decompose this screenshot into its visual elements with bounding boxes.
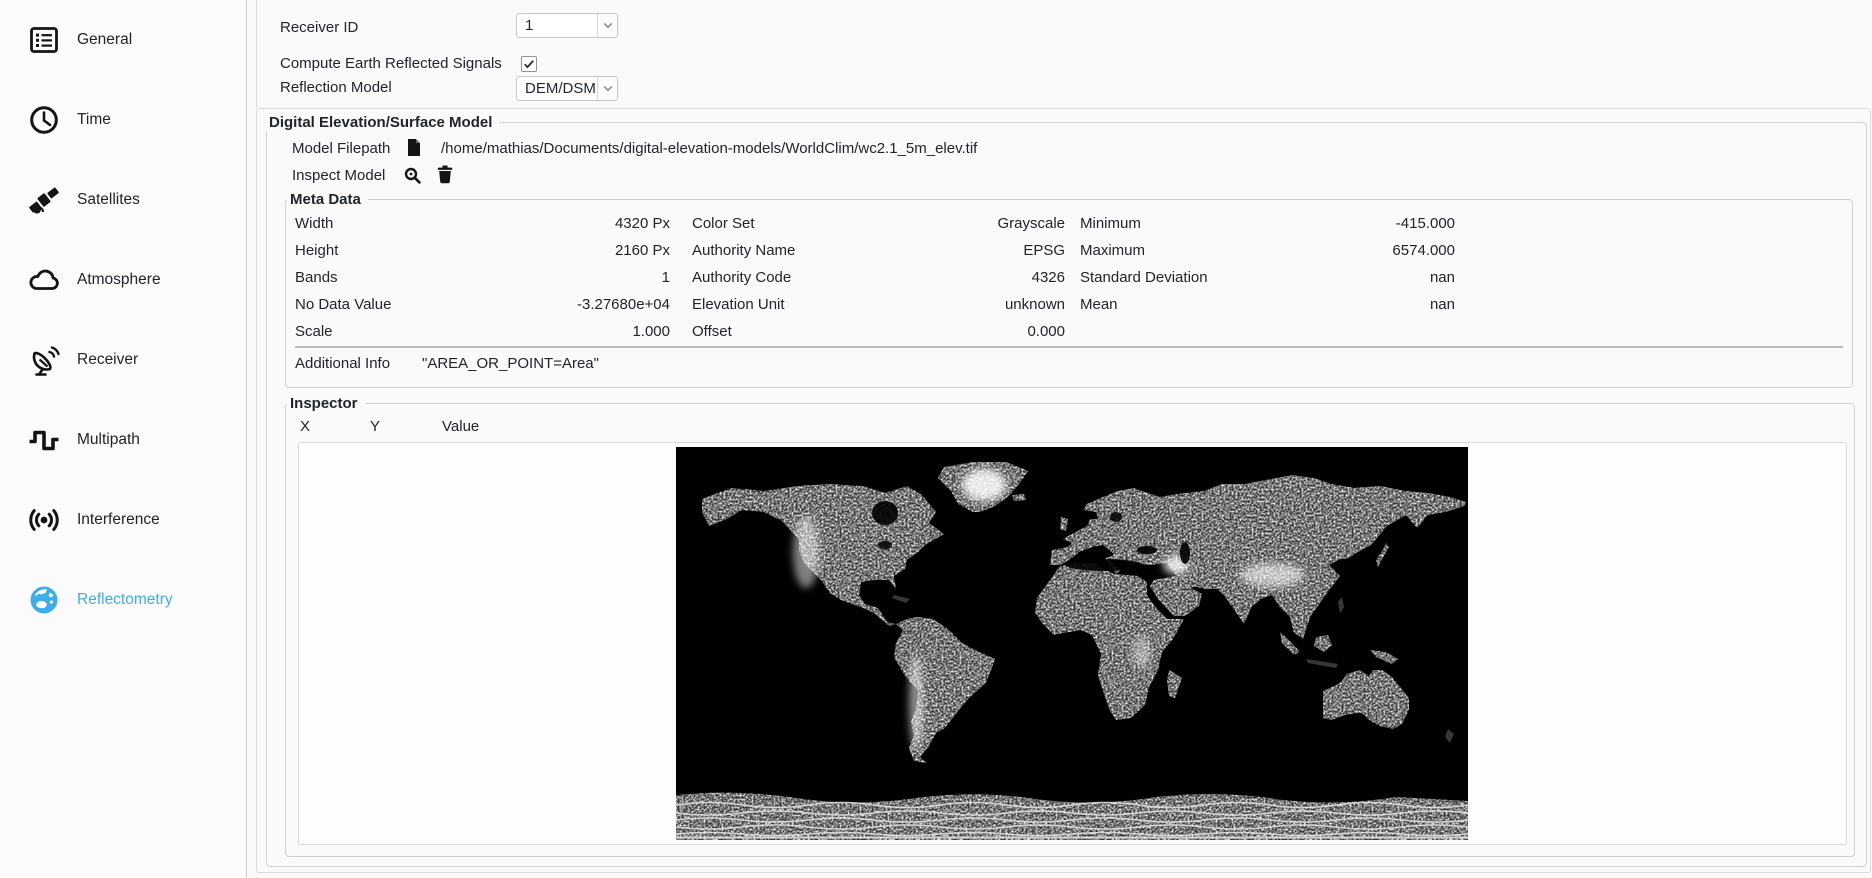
meta-label: Height [295, 242, 339, 259]
receiver-id-combobox[interactable]: 1 [516, 13, 618, 38]
meta-value: -3.27680e+04 [576, 296, 670, 313]
list-form-icon [30, 27, 58, 53]
dish-antenna-icon [32, 346, 60, 376]
sidebar-item-label: Time [77, 111, 111, 128]
sidebar-item-time[interactable]: Time [0, 98, 246, 142]
receiver-id-value: 1 [525, 17, 534, 34]
chevron-down-icon [603, 22, 612, 29]
sidebar-item-label: Receiver [77, 351, 139, 368]
meta-value: 4326 [1031, 269, 1065, 286]
meta-label: Elevation Unit [692, 296, 785, 313]
meta-label: Standard Deviation [1080, 269, 1208, 286]
receiver-id-label: Receiver ID [280, 19, 359, 36]
checkmark-icon [524, 60, 534, 69]
metadata-column-3: Minimum -415.000 Maximum 6574.000 Standard… [1080, 210, 1455, 318]
meta-label: Offset [692, 323, 732, 340]
meta-label: Bands [295, 269, 338, 286]
world-elevation-map [675, 447, 1469, 840]
meta-value: EPSG [1023, 242, 1065, 259]
cloud-icon [29, 269, 59, 290]
meta-value: 6574.000 [1392, 242, 1455, 259]
magnifier-icon [404, 167, 421, 184]
compute-earth-reflected-label: Compute Earth Reflected Signals [280, 55, 502, 72]
meta-label: Scale [295, 323, 333, 340]
meta-value: Grayscale [997, 215, 1065, 232]
sidebar-item-label: Reflectometry [77, 591, 173, 608]
meta-value: 2160 Px [614, 242, 670, 259]
sidebar-item-label: General [77, 31, 133, 48]
model-filepath-label: Model Filepath [292, 140, 391, 157]
reflection-model-label: Reflection Model [280, 79, 392, 96]
satellite-icon [29, 187, 59, 214]
sidebar-item-receiver[interactable]: Receiver [0, 338, 246, 382]
metadata-column-2: Color Set Grayscale Authority Name EPSG Au… [692, 210, 1065, 345]
inspector-y-header: Y [370, 418, 381, 435]
sidebar-item-label: Atmosphere [77, 271, 161, 288]
reflection-model-value: DEM/DSM [525, 80, 596, 97]
metadata-divider [295, 346, 1843, 348]
chevron-down-icon [603, 85, 612, 92]
trash-icon [437, 165, 452, 184]
additional-info-value: "AREA_OR_POINT=Area" [422, 355, 599, 372]
sidebar-item-label: Interference [77, 511, 160, 528]
meta-value: 0.000 [1027, 323, 1065, 340]
dem-group-title: Digital Elevation/Surface Model [266, 114, 500, 131]
file-button[interactable] [406, 138, 422, 157]
reflection-model-combobox[interactable]: DEM/DSM [516, 76, 618, 101]
elevation-map-preview[interactable] [675, 447, 1469, 840]
meta-label: Authority Code [692, 269, 792, 286]
meta-value: unknown [1004, 296, 1065, 313]
sidebar-item-interference[interactable]: Interference [0, 498, 246, 542]
reflection-model-dropdown-button[interactable] [597, 77, 617, 100]
sidebar-item-label: Multipath [77, 431, 140, 448]
meta-value: 1.000 [632, 323, 670, 340]
globe-icon [30, 586, 58, 614]
receiver-id-dropdown-button[interactable] [597, 14, 617, 37]
inspector-value-header: Value [442, 418, 480, 435]
inspect-button[interactable] [403, 166, 421, 184]
sidebar-item-label: Satellites [77, 191, 140, 208]
inspector-group-title: Inspector [287, 395, 365, 412]
meta-label: Width [295, 215, 334, 232]
antarctica-edge-band [676, 836, 1468, 839]
clock-icon [30, 106, 58, 134]
additional-info-label: Additional Info [295, 355, 391, 372]
meta-value: -415.000 [1395, 215, 1455, 232]
document-icon [408, 139, 420, 156]
meta-label: Mean [1080, 296, 1118, 313]
sidebar-item-reflectometry[interactable]: Reflectometry [0, 578, 246, 622]
content-frame-upper-border [256, 0, 257, 108]
meta-value: 1 [661, 269, 670, 286]
sidebar: General Time Satellites Atmosphere Recei… [0, 0, 247, 878]
meta-value: 4320 Px [614, 215, 670, 232]
metadata-column-1: Width 4320 Px Height 2160 Px Bands 1 No Dat… [295, 210, 670, 345]
metadata-group-title: Meta Data [287, 191, 368, 208]
model-filepath-value: /home/mathias/Documents/digital-elevatio… [441, 140, 978, 157]
meta-value: nan [1429, 296, 1455, 313]
delete-button[interactable] [436, 165, 453, 184]
radio-signal-icon [29, 509, 59, 531]
sidebar-item-atmosphere[interactable]: Atmosphere [0, 258, 246, 302]
square-wave-icon [29, 430, 59, 451]
sidebar-item-multipath[interactable]: Multipath [0, 418, 246, 462]
compute-earth-reflected-checkbox[interactable] [521, 56, 537, 72]
meta-label: Maximum [1080, 242, 1146, 259]
meta-label: Color Set [692, 215, 755, 232]
sidebar-item-satellites[interactable]: Satellites [0, 178, 246, 222]
sidebar-item-general[interactable]: General [0, 18, 246, 62]
application-window: { "window": { "background": "#fafafa", "… [0, 0, 1872, 878]
inspector-x-header: X [300, 418, 311, 435]
meta-label: Minimum [1080, 215, 1141, 232]
meta-label: Authority Name [692, 242, 796, 259]
inspect-model-label: Inspect Model [292, 167, 386, 184]
meta-label: No Data Value [295, 296, 392, 313]
meta-value: nan [1429, 269, 1455, 286]
